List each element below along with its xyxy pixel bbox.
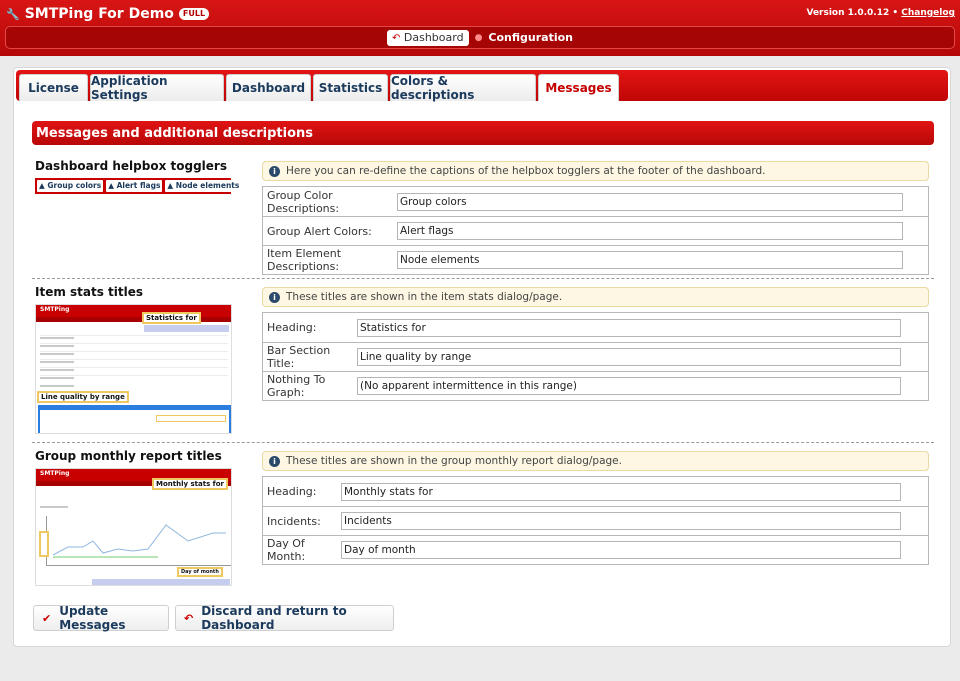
version-info: Version 1.0.0.12 • Changelog: [806, 8, 955, 18]
bar-section-title-input[interactable]: [357, 348, 901, 366]
config-panel: License Application Settings Dashboard S…: [13, 67, 951, 647]
info-icon: i: [269, 455, 280, 467]
item-stats-preview-image: SMTPing Statistics for Line quality by r…: [35, 304, 232, 434]
section-divider: [32, 278, 934, 279]
return-arrow-icon: ↶: [391, 32, 401, 44]
field-label: Bar Section Title:: [267, 344, 331, 370]
itemstats-group-title: Item stats titles: [35, 285, 144, 299]
nothing-to-graph-input[interactable]: [357, 377, 901, 395]
itemstats-form: Heading: Bar Section Title: Nothing To G…: [262, 312, 929, 401]
monthly-info-note: i These titles are shown in the group mo…: [262, 451, 929, 471]
current-page-label: Configuration: [488, 31, 574, 44]
form-row: Item Element Descriptions:: [263, 245, 928, 274]
form-row: Heading:: [263, 477, 928, 506]
form-row: Group Color Descriptions:: [263, 187, 928, 216]
helpbox-info-note: i Here you can re-define the captions of…: [262, 161, 929, 181]
form-row: Heading:: [263, 313, 928, 342]
field-label: Heading:: [267, 321, 317, 334]
tab-colors-descriptions[interactable]: Colors & descriptions: [390, 74, 536, 102]
form-row: Incidents:: [263, 506, 928, 535]
item-element-descriptions-input[interactable]: [397, 251, 903, 269]
itemstats-info-note: i These titles are shown in the item sta…: [262, 287, 929, 307]
toggler-preview-item: ▲ Node elements: [165, 180, 242, 192]
toggler-preview-item: ▲ Group colors: [37, 180, 104, 192]
tab-statistics[interactable]: Statistics: [313, 74, 388, 101]
field-label: Group Alert Colors:: [267, 224, 372, 238]
field-label: Heading:: [267, 485, 317, 498]
tab-strip: License Application Settings Dashboard S…: [16, 70, 948, 102]
tab-messages[interactable]: Messages: [538, 74, 619, 101]
info-icon: i: [269, 291, 280, 303]
group-color-descriptions-input[interactable]: [397, 192, 903, 211]
version-text: Version 1.0.0.12 •: [806, 8, 899, 18]
helpbox-form: Group Color Descriptions: Group Alert Co…: [262, 186, 929, 275]
monthly-heading-input[interactable]: [341, 482, 901, 501]
form-row: Bar Section Title:: [263, 342, 928, 371]
top-bar: 🔧 SMTPing For Demo FULL Version 1.0.0.12…: [0, 0, 960, 56]
update-messages-button[interactable]: ✔ Update Messages: [33, 604, 169, 632]
tab-license[interactable]: License: [19, 74, 88, 101]
incidents-input[interactable]: [341, 512, 901, 530]
separator-dot-icon: ●: [474, 32, 483, 43]
section-divider: [32, 442, 934, 443]
toggler-preview-item: ▲ Alert flags: [106, 180, 163, 192]
license-badge: FULL: [178, 8, 210, 20]
wrench-icon: 🔧: [6, 7, 20, 21]
monthly-report-preview-image: SMTPing Monthly stats for Day of month: [35, 468, 232, 586]
helpbox-group-title: Dashboard helpbox togglers: [35, 159, 227, 173]
app-name: SMTPing For Demo: [24, 6, 174, 22]
form-row: Day Of Month:: [263, 535, 928, 564]
toggler-preview: ▲ Group colors ▲ Alert flags ▲ Node elem…: [35, 178, 242, 194]
field-label: Day Of Month:: [267, 537, 306, 563]
changelog-link[interactable]: Changelog: [901, 8, 955, 18]
return-arrow-icon: ↶: [184, 611, 194, 625]
monthly-group-title: Group monthly report titles: [35, 449, 222, 463]
field-label: Incidents:: [267, 514, 321, 528]
breadcrumb-nav: ↶ Dashboard ● Configuration: [5, 26, 955, 49]
field-label: Item Element Descriptions:: [267, 247, 342, 273]
day-of-month-input[interactable]: [341, 541, 901, 559]
tab-application-settings[interactable]: Application Settings: [90, 74, 224, 102]
app-brand[interactable]: 🔧 SMTPing For Demo FULL: [6, 4, 210, 24]
tab-dashboard[interactable]: Dashboard: [226, 74, 311, 101]
info-icon: i: [269, 165, 280, 177]
dashboard-nav-button[interactable]: ↶ Dashboard: [386, 29, 469, 46]
line-chart-graphic: [52, 524, 226, 558]
group-alert-colors-input[interactable]: [397, 222, 903, 240]
field-label: Nothing To Graph:: [267, 373, 326, 399]
stats-heading-input[interactable]: [357, 318, 901, 337]
field-label: Group Color Descriptions:: [267, 188, 340, 215]
monthly-form: Heading: Incidents: Day Of Month:: [262, 476, 929, 565]
checkmark-icon: ✔: [42, 611, 52, 625]
discard-button[interactable]: ↶ Discard and return to Dashboard: [175, 604, 394, 632]
form-row: Nothing To Graph:: [263, 371, 928, 400]
section-title: Messages and additional descriptions: [32, 121, 934, 145]
form-row: Group Alert Colors:: [263, 216, 928, 245]
